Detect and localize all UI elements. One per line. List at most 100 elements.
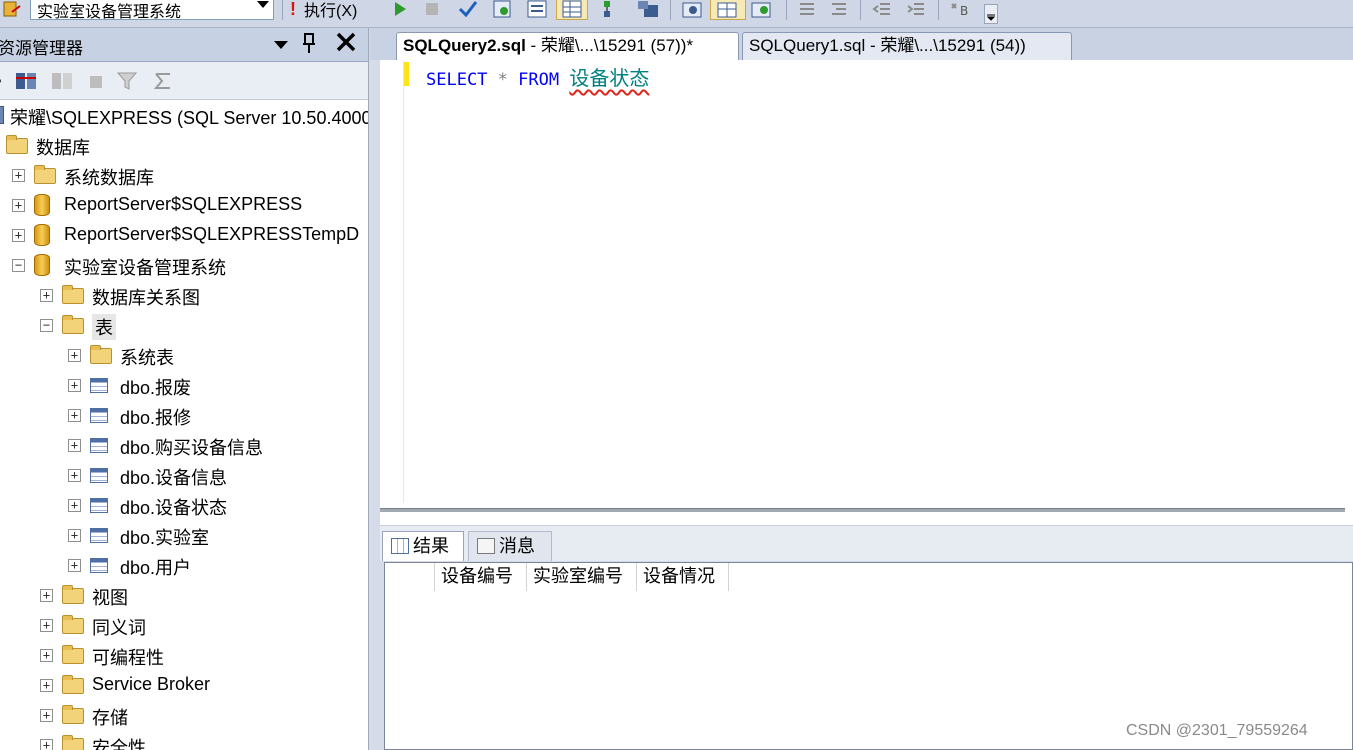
tree-node[interactable]: + dbo.设备信息	[0, 460, 368, 490]
disconnect-icon[interactable]	[50, 70, 72, 92]
results-splitter[interactable]	[380, 503, 1353, 525]
table-icon	[90, 468, 108, 483]
tree-node[interactable]: − 实验室设备管理系统	[0, 250, 368, 280]
tree-node[interactable]: + dbo.报修	[0, 400, 368, 430]
tree-node[interactable]: + dbo.设备状态	[0, 490, 368, 520]
tree-node[interactable]: + dbo.购买设备信息	[0, 430, 368, 460]
tree-node[interactable]: + 视图	[0, 580, 368, 610]
run-icon[interactable]	[390, 0, 410, 20]
expand-icon[interactable]: +	[40, 619, 53, 632]
toolbar-separator	[670, 0, 671, 20]
tree-node[interactable]: + 数据库关系图	[0, 280, 368, 310]
query-options-icon[interactable]	[490, 0, 516, 20]
expand-icon[interactable]: +	[40, 289, 53, 302]
tab-sqlquery1[interactable]: SQLQuery1.sql - 荣耀\...\15291 (54))	[742, 32, 1072, 60]
database-select-value: 实验室设备管理系统	[37, 4, 182, 21]
tree-node[interactable]: + ReportServer$SQLEXPRESSTempD	[0, 220, 368, 250]
stop-icon[interactable]	[86, 70, 108, 92]
server-icon	[0, 106, 4, 124]
watermark: CSDN @2301_79559264	[1126, 722, 1308, 739]
comment-icon[interactable]	[796, 0, 818, 20]
toolbar-separator	[786, 0, 787, 20]
expand-icon[interactable]: +	[68, 469, 81, 482]
increase-indent-icon[interactable]	[904, 0, 928, 20]
tree-node[interactable]: + 可编程性	[0, 640, 368, 670]
tree-node[interactable]: − 表	[0, 310, 368, 340]
grid-icon	[391, 538, 409, 554]
splitter-bar[interactable]	[380, 508, 1345, 512]
tree-node[interactable]: 荣耀\SQLEXPRESS (SQL Server 10.50.4000	[0, 100, 368, 130]
tree-node[interactable]: + Service Broker	[0, 670, 368, 700]
expand-icon[interactable]: +	[40, 649, 53, 662]
expand-icon[interactable]: +	[68, 499, 81, 512]
object-explorer-title: 资源管理器	[0, 39, 83, 58]
decrease-indent-icon[interactable]	[870, 0, 894, 20]
tree-node-label: 系统表	[120, 348, 174, 368]
client-stats-icon[interactable]	[632, 0, 662, 20]
results-to-grid-icon[interactable]	[556, 0, 588, 20]
tree-node[interactable]: + ReportServer$SQLEXPRESS	[0, 190, 368, 220]
tree-node[interactable]: + 系统数据库	[0, 160, 368, 190]
tree-node[interactable]: + dbo.实验室	[0, 520, 368, 550]
column-header[interactable]: 设备情况	[637, 563, 729, 591]
expand-icon[interactable]: +	[12, 199, 25, 212]
sql-code-editor[interactable]: SELECT * FROM 设备状态	[380, 60, 1353, 525]
filter-icon[interactable]	[116, 70, 138, 92]
template-parameters-icon[interactable]	[710, 0, 746, 20]
toolbar-overflow-icon[interactable]	[984, 4, 998, 24]
expand-icon[interactable]: +	[40, 739, 53, 750]
database-icon[interactable]	[0, 0, 24, 20]
collapse-icon[interactable]: −	[40, 319, 53, 332]
tree-node[interactable]: + dbo.报废	[0, 370, 368, 400]
folder-icon	[62, 285, 84, 304]
expand-icon[interactable]: +	[68, 349, 81, 362]
chevron-down-icon[interactable]	[257, 1, 269, 8]
expand-icon[interactable]: +	[68, 529, 81, 542]
include-plan-icon[interactable]	[598, 0, 620, 20]
tab-messages[interactable]: 消息	[468, 531, 552, 561]
folder-icon	[62, 675, 84, 694]
specify-values-icon[interactable]: B	[946, 0, 976, 20]
expand-icon[interactable]: +	[40, 709, 53, 722]
tree-node[interactable]: + 系统表	[0, 340, 368, 370]
design-query-icon[interactable]	[678, 0, 708, 20]
uncomment-icon[interactable]	[828, 0, 850, 20]
tree-node[interactable]: 数据库	[0, 130, 368, 160]
tree-node-label: dbo.购买设备信息	[120, 438, 264, 458]
results-to-text-icon[interactable]	[524, 0, 550, 20]
specify-template-icon[interactable]	[748, 0, 776, 20]
expand-icon[interactable]: +	[12, 229, 25, 242]
connect-icon[interactable]	[14, 70, 36, 92]
database-select[interactable]: 实验室设备管理系统	[30, 0, 274, 21]
expand-icon[interactable]: +	[40, 679, 53, 692]
execute-button[interactable]: ! 执行(X)	[290, 0, 380, 20]
database-icon	[34, 194, 50, 216]
column-header[interactable]: 设备编号	[435, 563, 527, 591]
tree-node[interactable]: + 同义词	[0, 610, 368, 640]
tab-sqlquery2-name: SQLQuery2.sql	[403, 36, 526, 55]
code-line[interactable]: SELECT * FROM 设备状态	[426, 62, 649, 91]
pin-icon[interactable]	[301, 32, 317, 60]
query-editor-area: SQLQuery2.sql - 荣耀\...\15291 (57))* SQLQ…	[370, 28, 1353, 750]
tab-results[interactable]: 结果	[382, 531, 464, 561]
column-header[interactable]: 实验室编号	[527, 563, 637, 591]
tree-node[interactable]: + dbo.用户	[0, 550, 368, 580]
close-icon[interactable]	[335, 29, 357, 60]
panel-menu-icon[interactable]	[274, 41, 288, 49]
folder-icon	[62, 645, 84, 664]
stop-icon[interactable]	[422, 0, 442, 20]
tree-node-label: dbo.设备状态	[120, 498, 228, 518]
expand-icon[interactable]: +	[68, 379, 81, 392]
refresh-icon[interactable]	[152, 70, 174, 92]
collapse-icon[interactable]: −	[12, 259, 25, 272]
object-explorer-toolbar	[0, 62, 368, 100]
tree-node[interactable]: + 安全性	[0, 730, 368, 750]
parse-check-icon[interactable]	[456, 0, 480, 20]
expand-icon[interactable]: +	[68, 439, 81, 452]
expand-icon[interactable]: +	[40, 589, 53, 602]
expand-icon[interactable]: +	[12, 169, 25, 182]
tree-node[interactable]: + 存储	[0, 700, 368, 730]
expand-icon[interactable]: +	[68, 559, 81, 572]
expand-icon[interactable]: +	[68, 409, 81, 422]
tab-sqlquery2[interactable]: SQLQuery2.sql - 荣耀\...\15291 (57))*	[396, 32, 739, 60]
